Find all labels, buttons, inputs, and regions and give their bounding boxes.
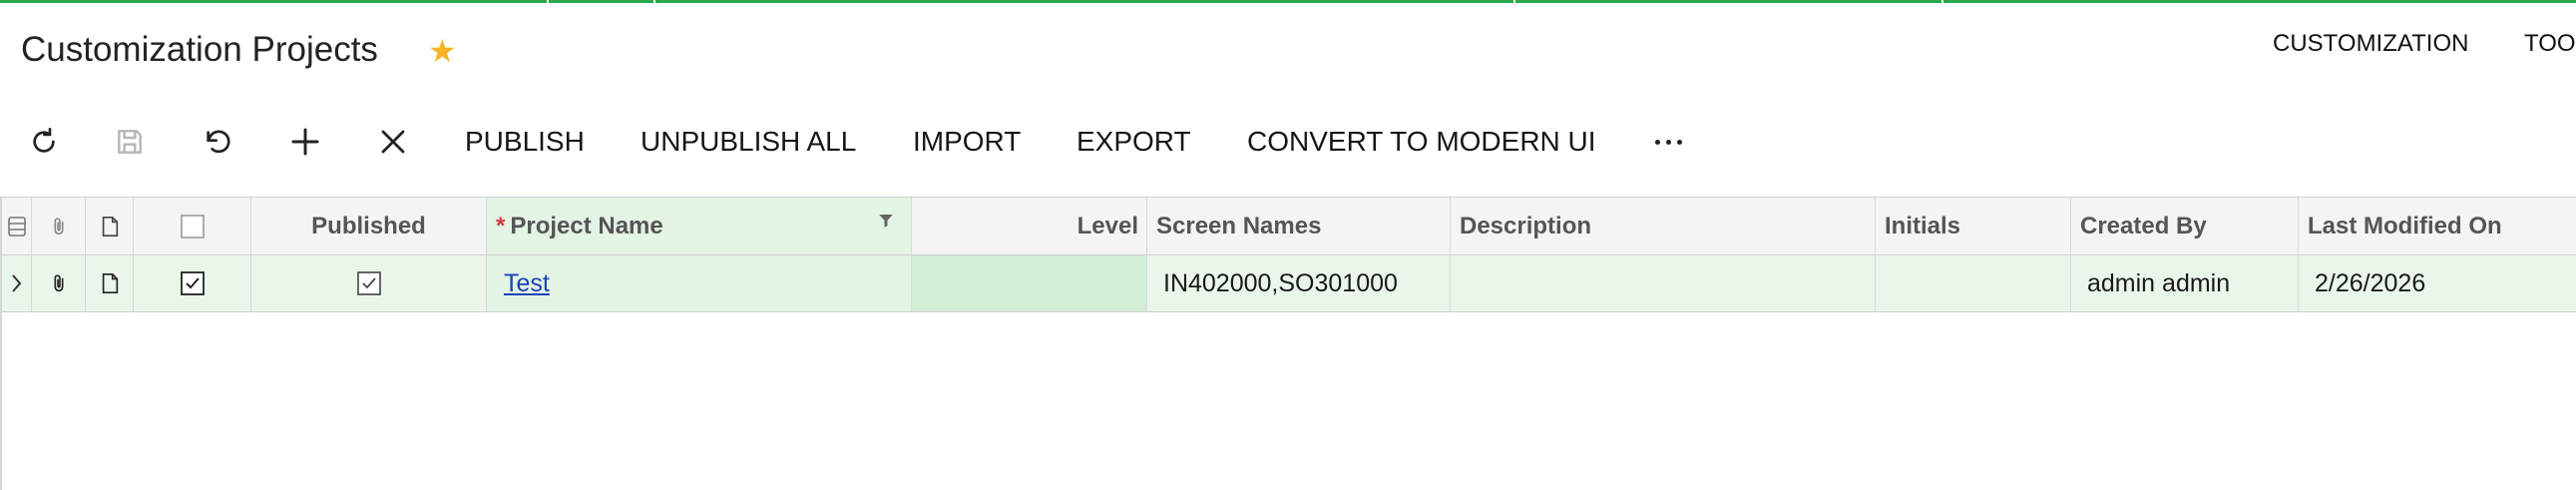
grid-header-row: Published * Project Name Level Screen Na… (2, 198, 2576, 255)
project-name-link[interactable]: Test (504, 269, 550, 298)
favorite-star-icon[interactable]: ★ (428, 35, 457, 67)
projects-grid: Published * Project Name Level Screen Na… (0, 197, 2576, 490)
column-header-last-modified-on[interactable]: Last Modified On (2299, 198, 2576, 254)
row-expand-chevron-icon[interactable] (2, 255, 32, 311)
row-attachment-icon[interactable] (32, 255, 86, 311)
published-checkbox[interactable] (251, 255, 487, 311)
last-modified-on-cell[interactable]: 2/26/2026 (2299, 255, 2576, 311)
description-cell[interactable] (1451, 255, 1876, 311)
required-asterisk: * (496, 212, 506, 240)
filter-icon[interactable] (877, 212, 895, 230)
column-header-screen-names[interactable]: Screen Names (1147, 198, 1451, 254)
column-header-description[interactable]: Description (1451, 198, 1876, 254)
column-header-project-name-label: Project Name (510, 212, 663, 240)
level-cell[interactable] (912, 255, 1147, 311)
more-icon[interactable] (1646, 112, 1690, 172)
add-icon[interactable] (281, 112, 329, 172)
column-header-initials[interactable]: Initials (1876, 198, 2071, 254)
header-link-tools[interactable]: TOO (2524, 30, 2576, 58)
convert-to-modern-ui-button[interactable]: CONVERT TO MODERN UI (1247, 112, 1596, 172)
publish-button[interactable]: PUBLISH (465, 112, 585, 172)
note-column-icon (86, 198, 134, 254)
undo-icon[interactable] (194, 112, 241, 172)
import-button[interactable]: IMPORT (913, 112, 1021, 172)
export-button[interactable]: EXPORT (1076, 112, 1191, 172)
attachment-column-icon (32, 198, 86, 254)
unpublish-all-button[interactable]: UNPUBLISH ALL (641, 112, 856, 172)
save-icon[interactable] (106, 112, 154, 172)
column-header-project-name[interactable]: * Project Name (487, 198, 912, 254)
row-note-icon[interactable] (86, 255, 134, 311)
project-name-cell: Test (487, 255, 912, 311)
select-all-checkbox[interactable] (134, 198, 251, 254)
page-title: Customization Projects (21, 30, 378, 69)
row-select-checkbox[interactable] (134, 255, 251, 311)
toolbar: PUBLISH UNPUBLISH ALL IMPORT EXPORT CONV… (0, 112, 2576, 172)
initials-cell[interactable] (1876, 255, 2071, 311)
created-by-cell[interactable]: admin admin (2071, 255, 2299, 311)
header-link-customization[interactable]: CUSTOMIZATION (2273, 30, 2468, 58)
refresh-icon[interactable] (20, 112, 68, 172)
row-settings-icon[interactable] (2, 198, 32, 254)
delete-icon[interactable] (369, 112, 417, 172)
column-header-published[interactable]: Published (251, 198, 487, 254)
table-row[interactable]: Test IN402000,SO301000 admin admin 2/26/… (2, 255, 2576, 312)
column-header-level[interactable]: Level (912, 198, 1147, 254)
top-progress-line (0, 0, 2576, 3)
screen-names-cell[interactable]: IN402000,SO301000 (1147, 255, 1451, 311)
column-header-created-by[interactable]: Created By (2071, 198, 2299, 254)
